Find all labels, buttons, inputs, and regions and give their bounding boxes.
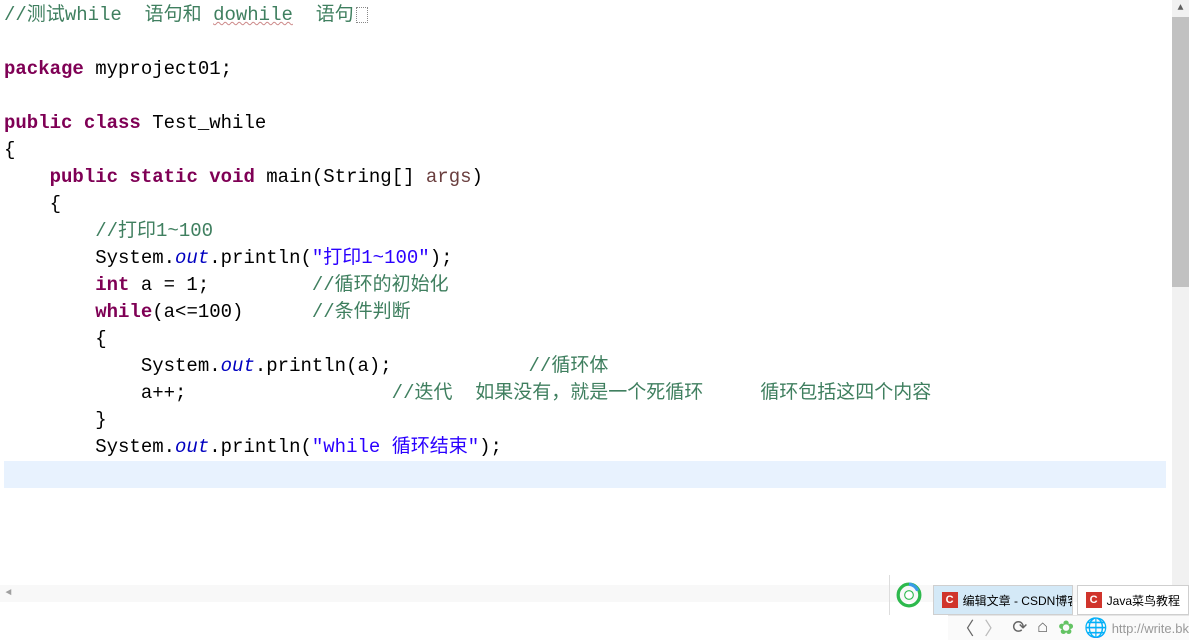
scroll-up-arrow-icon[interactable]: ▲	[1172, 0, 1189, 17]
code-editor[interactable]: //测试while 语句和 dowhile 语句 package myproje…	[0, 0, 1170, 620]
comment-text: //测试while 语句和 dowhile 语句	[4, 4, 368, 26]
keyword-static: static	[118, 166, 198, 188]
url-text[interactable]: http://write.bk	[1112, 621, 1189, 636]
browser-tabs-row: C 编辑文章 - CSDN博客 × C Java菜鸟教程	[889, 587, 1189, 615]
tab-label: 编辑文章 - CSDN博客	[963, 592, 1073, 609]
class-name: Test_while	[141, 112, 266, 134]
comment-text: //循环体	[529, 355, 609, 377]
system-out: System.	[4, 436, 175, 458]
package-name: myproject01;	[84, 58, 232, 80]
println-call: .println(	[209, 247, 312, 269]
vertical-scrollbar[interactable]: ▲	[1172, 0, 1189, 585]
empty-line	[4, 83, 1166, 110]
home-button-icon[interactable]: ⌂	[1037, 618, 1048, 638]
tab-label: Java菜鸟教程	[1107, 592, 1180, 609]
comment-text: //迭代 如果没有，就是一个死循环 循环包括这四个内容	[392, 382, 932, 404]
comment-text: //打印1~100	[4, 220, 213, 242]
keyword-public: public	[4, 166, 118, 188]
string-literal: "打印1~100"	[312, 247, 430, 269]
keyword-int: int	[4, 274, 129, 296]
field-out: out	[175, 436, 209, 458]
keyword-while: while	[4, 301, 152, 323]
comment-text: //循环的初始化	[312, 274, 449, 296]
globe-icon: 🌐	[1084, 616, 1108, 640]
secure-leaf-icon: ✿	[1058, 617, 1074, 640]
brace: {	[4, 193, 61, 215]
refresh-button-icon[interactable]: ⟳	[1012, 617, 1027, 639]
forward-button-icon[interactable]: 〉	[984, 615, 1002, 641]
browser-360-icon[interactable]	[889, 575, 929, 615]
var-decl: a = 1;	[129, 274, 311, 296]
browser-address-bar: 〈 〉 ⟳ ⌂ ✿ 🌐 http://write.bk	[948, 615, 1189, 640]
brace: }	[4, 409, 107, 431]
comment-text: //条件判断	[312, 301, 411, 323]
brace: {	[4, 328, 107, 350]
keyword-class: class	[72, 112, 140, 134]
param-args: args	[426, 166, 472, 188]
scroll-left-arrow-icon[interactable]: ◄	[0, 585, 17, 602]
empty-line	[4, 29, 1166, 56]
keyword-public: public	[4, 112, 72, 134]
csdn-favicon-icon: C	[1086, 592, 1102, 608]
brace: {	[4, 139, 15, 161]
println-call: .println(a);	[255, 355, 529, 377]
stmt-end: );	[479, 436, 502, 458]
keyword-void: void	[198, 166, 255, 188]
browser-tab-java[interactable]: C Java菜鸟教程	[1077, 585, 1189, 615]
string-literal: "while 循环结束"	[312, 436, 479, 458]
println-call: .println(	[209, 436, 312, 458]
current-line-highlight	[4, 461, 1166, 488]
field-out: out	[221, 355, 255, 377]
csdn-favicon-icon: C	[942, 592, 958, 608]
while-cond: (a<=100)	[152, 301, 312, 323]
system-out: System.	[4, 247, 175, 269]
close-paren: )	[472, 166, 483, 188]
back-button-icon[interactable]: 〈	[956, 615, 974, 641]
keyword-package: package	[4, 58, 84, 80]
increment-stmt: a++;	[4, 382, 392, 404]
browser-tab-csdn[interactable]: C 编辑文章 - CSDN博客 ×	[933, 585, 1073, 615]
system-out: System.	[4, 355, 221, 377]
method-main: main(String[]	[255, 166, 426, 188]
scrollbar-thumb[interactable]	[1172, 17, 1189, 287]
stmt-end: );	[430, 247, 453, 269]
browser-logo-icon	[896, 582, 922, 608]
field-out: out	[175, 247, 209, 269]
